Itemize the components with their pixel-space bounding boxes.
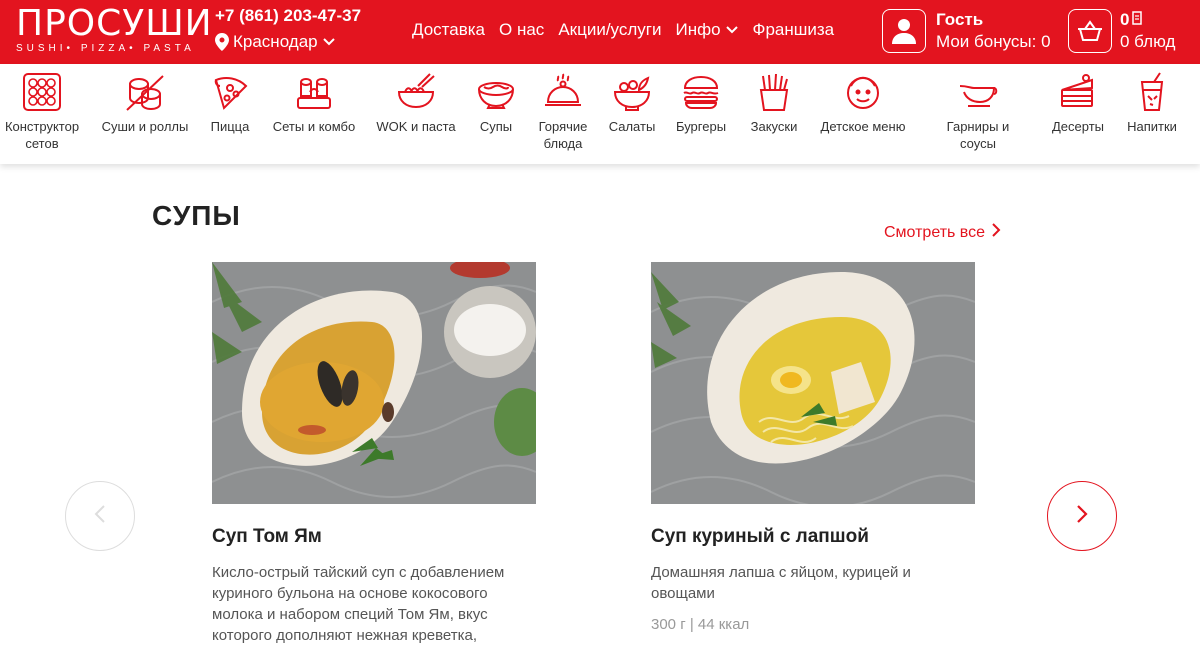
product-image[interactable] [212,262,536,504]
logo[interactable]: ПРОСУШИ SUSHI• PIZZA• PASTA [16,3,213,56]
user-bonus: Мои бонусы: 0 [936,32,1051,51]
user-icon [882,9,926,53]
nav-about[interactable]: О нас [499,20,544,40]
chevron-down-icon [322,37,336,47]
location-pin-icon [215,33,229,51]
section-title: СУПЫ [152,200,241,231]
phone-number[interactable]: +7 (861) 203-47-37 [215,6,361,26]
see-all-label: Смотреть все [884,223,986,241]
sauce-boat-icon [933,72,1023,112]
cart[interactable]: 0 0 блюд [1068,9,1175,53]
category-sushi[interactable]: Суши и роллы [100,72,190,135]
category-label: Напитки [1127,119,1177,134]
category-label: Пицца [210,119,250,134]
category-label: Детское меню [820,119,906,134]
drink-icon [1107,72,1197,112]
sushi-icon [100,72,190,112]
category-set-builder[interactable]: Конструктор сетов [0,72,87,152]
ruble-icon [1132,9,1143,31]
category-label: WOK и паста [376,119,456,134]
set-builder-icon [0,72,87,112]
nav-promo[interactable]: Акции/услуги [558,20,661,40]
category-drinks[interactable]: Напитки [1107,72,1197,135]
city-label: Краснодар [233,32,318,51]
pizza-icon [185,72,275,112]
nav-delivery[interactable]: Доставка [412,20,485,40]
main-nav: Доставка О нас Акции/услуги Инфо Франшиз… [412,20,834,40]
carousel-prev-button[interactable] [65,481,135,551]
product-card[interactable]: Суп Том Ям Кисло-острый тайский суп с до… [212,262,536,646]
chevron-down-icon [725,20,739,40]
chevron-right-icon [991,223,1001,242]
nav-info[interactable]: Инфо [675,20,738,40]
product-description: Домашняя лапша с яйцом, курицей и овощам… [651,564,911,602]
chevron-right-icon [1076,504,1088,528]
top-header: ПРОСУШИ SUSHI• PIZZA• PASTA +7 (861) 203… [0,0,1200,64]
category-label: Суши и роллы [101,119,189,134]
category-bar: Конструктор сетов Суши и роллы Пицца Сет… [0,64,1200,164]
category-label: Закуски [750,119,798,134]
sets-icon [269,72,359,112]
see-all-link[interactable]: Смотреть все [884,223,1001,242]
product-title[interactable]: Суп куриный с лапшой [651,526,975,548]
nav-info-label: Инфо [675,20,721,39]
product-description: Кисло-острый тайский суп с добавлением к… [212,564,505,644]
product-weight-calories: 300 г | 44 ккал [651,616,750,633]
category-label: Сеты и комбо [272,119,356,134]
wok-icon [371,72,461,112]
chevron-left-icon [94,504,106,528]
product-image[interactable] [651,262,975,504]
category-label: Гарниры и соусы [946,119,1010,151]
category-pizza[interactable]: Пицца [185,72,275,135]
user-account[interactable]: Гость Мои бонусы: 0 [882,9,1051,53]
category-wok[interactable]: WOK и паста [371,72,461,135]
product-title[interactable]: Суп Том Ям [212,526,536,548]
basket-icon [1068,9,1112,53]
kid-icon [818,72,908,112]
cart-count: 0 блюд [1120,32,1176,51]
product-card[interactable]: Суп куриный с лапшой Домашняя лапша с яй… [651,262,975,633]
category-sets[interactable]: Сеты и комбо [269,72,359,135]
category-kids[interactable]: Детское меню [818,72,908,135]
city-selector[interactable]: Краснодар [215,32,336,52]
category-sides-sauces[interactable]: Гарниры и соусы [933,72,1023,152]
logo-subtitle: SUSHI• PIZZA• PASTA [16,43,195,54]
carousel-next-button[interactable] [1047,481,1117,551]
cart-sum: 0 [1120,10,1130,29]
fries-icon [729,72,819,112]
category-label: Конструктор сетов [4,119,80,151]
nav-franchise[interactable]: Франшиза [753,20,835,40]
category-snacks[interactable]: Закуски [729,72,819,135]
user-name: Гость [936,10,984,29]
logo-title: ПРОСУШИ [16,3,213,44]
